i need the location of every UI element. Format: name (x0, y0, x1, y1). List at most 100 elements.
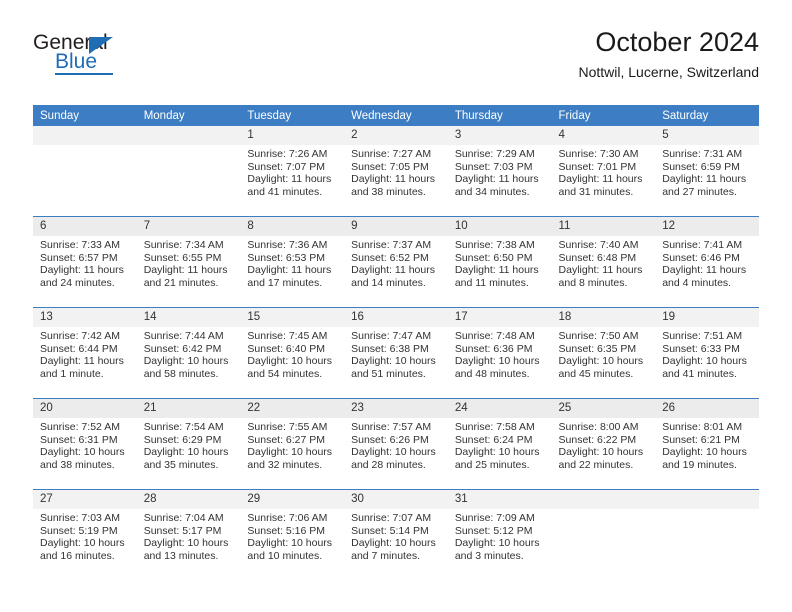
day-sun-details: Sunrise: 7:51 AM Sunset: 6:33 PM Dayligh… (662, 330, 747, 380)
day-cell-inner: 8 Sunrise: 7:36 AM Sunset: 6:53 PM Daylig… (240, 217, 345, 307)
day-number: 23 (344, 399, 448, 418)
day-number: 11 (551, 217, 656, 236)
calendar-day-cell[interactable]: 24 Sunrise: 7:58 AM Sunset: 6:24 PM Dayli… (447, 398, 552, 490)
day-sun-details: Sunrise: 7:38 AM Sunset: 6:50 PM Dayligh… (454, 239, 539, 289)
day-cell-inner: 20 Sunrise: 7:52 AM Sunset: 6:31 PM Dayli… (33, 399, 137, 489)
location-subtitle: Nottwil, Lucerne, Switzerland (578, 64, 759, 80)
day-cell-inner: 2 Sunrise: 7:27 AM Sunset: 7:05 PM Daylig… (344, 126, 448, 216)
day-cell-inner: 31 Sunrise: 7:09 AM Sunset: 5:12 PM Dayli… (447, 490, 552, 580)
day-cell-inner: 3 Sunrise: 7:29 AM Sunset: 7:03 PM Daylig… (447, 126, 552, 216)
calendar-body: 1 Sunrise: 7:26 AM Sunset: 7:07 PM Daylig… (33, 126, 759, 580)
day-sun-details: Sunrise: 7:44 AM Sunset: 6:42 PM Dayligh… (143, 330, 229, 380)
calendar-day-cell[interactable]: 4 Sunrise: 7:30 AM Sunset: 7:01 PM Daylig… (551, 126, 656, 217)
day-cell-inner: 11 Sunrise: 7:40 AM Sunset: 6:48 PM Dayli… (551, 217, 656, 307)
calendar-page: General Blue October 2024 Nottwil, Lucer… (0, 0, 792, 612)
day-sun-details: Sunrise: 7:54 AM Sunset: 6:29 PM Dayligh… (143, 421, 229, 471)
day-number: 6 (33, 217, 137, 236)
day-sun-details: Sunrise: 7:03 AM Sunset: 5:19 PM Dayligh… (40, 512, 125, 562)
calendar-day-cell[interactable]: 22 Sunrise: 7:55 AM Sunset: 6:27 PM Dayli… (240, 398, 345, 490)
day-sun-details: Sunrise: 7:52 AM Sunset: 6:31 PM Dayligh… (40, 421, 125, 471)
day-number: 26 (655, 399, 759, 418)
day-cell-inner (33, 126, 137, 216)
calendar-day-cell[interactable]: 26 Sunrise: 8:01 AM Sunset: 6:21 PM Dayli… (655, 398, 759, 490)
calendar-day-cell[interactable]: 15 Sunrise: 7:45 AM Sunset: 6:40 PM Dayli… (240, 307, 345, 399)
calendar-day-cell[interactable]: 23 Sunrise: 7:57 AM Sunset: 6:26 PM Dayli… (344, 398, 448, 490)
day-sun-details: Sunrise: 7:40 AM Sunset: 6:48 PM Dayligh… (558, 239, 643, 289)
calendar-day-cell[interactable]: 27 Sunrise: 7:03 AM Sunset: 5:19 PM Dayli… (33, 489, 137, 580)
day-number: 2 (344, 126, 448, 145)
calendar-day-cell[interactable]: 31 Sunrise: 7:09 AM Sunset: 5:12 PM Dayli… (447, 489, 552, 580)
calendar-week-row: 27 Sunrise: 7:03 AM Sunset: 5:19 PM Dayli… (33, 489, 759, 580)
day-number: 1 (240, 126, 345, 145)
calendar-day-cell[interactable]: 6 Sunrise: 7:33 AM Sunset: 6:57 PM Daylig… (33, 216, 137, 308)
day-number: 4 (551, 126, 656, 145)
day-number: 13 (33, 308, 137, 327)
day-sun-details: Sunrise: 8:01 AM Sunset: 6:21 PM Dayligh… (662, 421, 747, 471)
calendar-day-cell[interactable]: 21 Sunrise: 7:54 AM Sunset: 6:29 PM Dayli… (136, 398, 241, 490)
calendar-week-row: 13 Sunrise: 7:42 AM Sunset: 6:44 PM Dayli… (33, 307, 759, 399)
calendar-day-cell[interactable]: 2 Sunrise: 7:27 AM Sunset: 7:05 PM Daylig… (344, 126, 448, 217)
day-cell-inner: 7 Sunrise: 7:34 AM Sunset: 6:55 PM Daylig… (136, 217, 241, 307)
calendar-day-cell[interactable]: 16 Sunrise: 7:47 AM Sunset: 6:38 PM Dayli… (344, 307, 448, 399)
day-sun-details: Sunrise: 7:36 AM Sunset: 6:53 PM Dayligh… (247, 239, 332, 289)
calendar-day-cell[interactable]: 12 Sunrise: 7:41 AM Sunset: 6:46 PM Dayli… (655, 216, 759, 308)
day-cell-inner: 12 Sunrise: 7:41 AM Sunset: 6:46 PM Dayli… (655, 217, 759, 307)
calendar-day-cell[interactable]: 9 Sunrise: 7:37 AM Sunset: 6:52 PM Daylig… (344, 216, 448, 308)
day-number: 21 (136, 399, 241, 418)
day-sun-details: Sunrise: 7:29 AM Sunset: 7:03 PM Dayligh… (454, 148, 539, 198)
day-cell-inner: 9 Sunrise: 7:37 AM Sunset: 6:52 PM Daylig… (344, 217, 448, 307)
day-number: 20 (33, 399, 137, 418)
day-sun-details: Sunrise: 7:06 AM Sunset: 5:16 PM Dayligh… (247, 512, 333, 562)
day-cell-inner: 16 Sunrise: 7:47 AM Sunset: 6:38 PM Dayli… (344, 308, 448, 398)
calendar-day-cell[interactable]: 13 Sunrise: 7:42 AM Sunset: 6:44 PM Dayli… (33, 307, 137, 399)
day-sun-details: Sunrise: 8:00 AM Sunset: 6:22 PM Dayligh… (558, 421, 644, 471)
title-block: October 2024 Nottwil, Lucerne, Switzerla… (578, 26, 759, 82)
day-cell-inner: 29 Sunrise: 7:06 AM Sunset: 5:16 PM Dayli… (240, 490, 345, 580)
day-number (655, 490, 759, 509)
day-sun-details: Sunrise: 7:09 AM Sunset: 5:12 PM Dayligh… (454, 512, 540, 562)
calendar-day-cell[interactable]: 10 Sunrise: 7:38 AM Sunset: 6:50 PM Dayli… (447, 216, 552, 308)
day-number: 19 (655, 308, 759, 327)
month-calendar: Sunday Monday Tuesday Wednesday Thursday Frid… (33, 105, 759, 580)
calendar-day-cell[interactable]: 30 Sunrise: 7:07 AM Sunset: 5:14 PM Dayli… (344, 489, 448, 580)
calendar-day-cell[interactable]: 25 Sunrise: 8:00 AM Sunset: 6:22 PM Dayli… (551, 398, 656, 490)
day-number: 8 (240, 217, 345, 236)
logo-text-blue: Blue (55, 50, 98, 73)
calendar-day-cell[interactable]: 17 Sunrise: 7:48 AM Sunset: 6:36 PM Dayli… (447, 307, 552, 399)
day-number: 24 (447, 399, 552, 418)
calendar-day-cell[interactable]: 3 Sunrise: 7:29 AM Sunset: 7:03 PM Daylig… (447, 126, 552, 217)
calendar-cell-empty (136, 126, 241, 217)
day-sun-details: Sunrise: 7:47 AM Sunset: 6:38 PM Dayligh… (351, 330, 436, 380)
calendar-day-cell[interactable]: 18 Sunrise: 7:50 AM Sunset: 6:35 PM Dayli… (551, 307, 656, 399)
weekday-header-saturday: Saturday (655, 105, 759, 126)
weekday-header-friday: Friday (551, 105, 656, 126)
day-number: 12 (655, 217, 759, 236)
day-sun-details (655, 509, 759, 512)
calendar-day-cell[interactable]: 28 Sunrise: 7:04 AM Sunset: 5:17 PM Dayli… (136, 489, 241, 580)
weekday-header-monday: Monday (136, 105, 241, 126)
calendar-day-cell[interactable]: 7 Sunrise: 7:34 AM Sunset: 6:55 PM Daylig… (136, 216, 241, 308)
day-number: 7 (136, 217, 241, 236)
calendar-day-cell[interactable]: 1 Sunrise: 7:26 AM Sunset: 7:07 PM Daylig… (240, 126, 345, 217)
day-sun-details: Sunrise: 7:26 AM Sunset: 7:07 PM Dayligh… (247, 148, 332, 198)
calendar-day-cell[interactable]: 8 Sunrise: 7:36 AM Sunset: 6:53 PM Daylig… (240, 216, 345, 308)
weekday-header-tuesday: Tuesday (240, 105, 345, 126)
day-cell-inner: 24 Sunrise: 7:58 AM Sunset: 6:24 PM Dayli… (447, 399, 552, 489)
day-number: 30 (344, 490, 448, 509)
day-number (136, 126, 241, 145)
calendar-day-cell[interactable]: 14 Sunrise: 7:44 AM Sunset: 6:42 PM Dayli… (136, 307, 241, 399)
calendar-day-cell[interactable]: 20 Sunrise: 7:52 AM Sunset: 6:31 PM Dayli… (33, 398, 137, 490)
calendar-week-row: 6 Sunrise: 7:33 AM Sunset: 6:57 PM Daylig… (33, 216, 759, 308)
calendar-day-cell[interactable]: 29 Sunrise: 7:06 AM Sunset: 5:16 PM Dayli… (240, 489, 345, 580)
day-cell-inner: 13 Sunrise: 7:42 AM Sunset: 6:44 PM Dayli… (33, 308, 137, 398)
calendar-day-cell[interactable]: 19 Sunrise: 7:51 AM Sunset: 6:33 PM Dayli… (655, 307, 759, 399)
calendar-day-cell[interactable]: 5 Sunrise: 7:31 AM Sunset: 6:59 PM Daylig… (655, 126, 759, 217)
page-title: October 2024 (595, 27, 759, 57)
day-number: 31 (447, 490, 552, 509)
calendar-day-cell[interactable]: 11 Sunrise: 7:40 AM Sunset: 6:48 PM Dayli… (551, 216, 656, 308)
weekday-header: Sunday Monday Tuesday Wednesday Thursday Frid… (33, 105, 759, 126)
day-cell-inner: 19 Sunrise: 7:51 AM Sunset: 6:33 PM Dayli… (655, 308, 759, 398)
day-number: 25 (551, 399, 656, 418)
day-sun-details: Sunrise: 7:34 AM Sunset: 6:55 PM Dayligh… (143, 239, 228, 289)
day-sun-details: Sunrise: 7:58 AM Sunset: 6:24 PM Dayligh… (454, 421, 540, 471)
